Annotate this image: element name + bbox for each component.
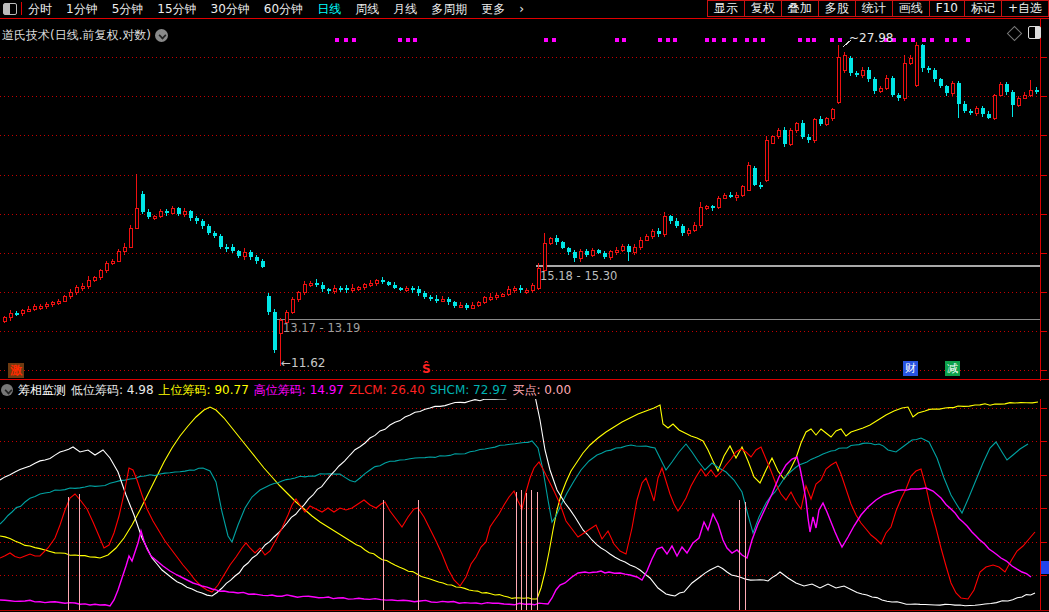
action-4[interactable]: 统计 — [855, 0, 892, 17]
menu-item-5[interactable]: 60分钟 — [264, 2, 303, 16]
menu-item-8[interactable]: 月线 — [393, 2, 417, 16]
menu-item-4[interactable]: 30分钟 — [211, 2, 250, 16]
low-price-label: ←11.62 — [281, 356, 325, 370]
chart-canvas — [0, 0, 1049, 612]
badge-ji[interactable]: 激 — [8, 363, 24, 378]
range-mid-label: 13.17 - 13.19 — [283, 321, 360, 335]
signal-s-icon: Ŝ — [422, 362, 431, 376]
menu-item-11[interactable]: › — [519, 2, 524, 16]
action-5[interactable]: 画线 — [892, 0, 929, 17]
collapse-icon[interactable] — [1, 384, 13, 396]
action-6[interactable]: F10 — [929, 0, 964, 17]
menu-item-6[interactable]: 日线 — [317, 2, 341, 16]
menu-item-1[interactable]: 1分钟 — [66, 2, 98, 16]
chart-title: 道氏技术(日线.前复权.对数) — [2, 27, 151, 44]
peak-price-label: ~27.98 — [849, 31, 893, 45]
action-3[interactable]: 多股 — [818, 0, 855, 17]
toolbar: 分时 1分钟 5分钟 15分钟 30分钟 60分钟日线周线月线多周期更多 › 显示复权叠加多… — [0, 0, 1049, 19]
indicator-field-3: ZLCM: 26.40 — [349, 383, 425, 397]
menu-item-7[interactable]: 周线 — [355, 2, 379, 16]
indicator-name: 筹相监测 — [18, 382, 66, 399]
menu-item-10[interactable]: 更多 — [481, 2, 505, 16]
panel-toggle-icon[interactable] — [3, 3, 17, 15]
indicator-header: 筹相监测 低位筹码: 4.98 上位筹码: 90.77 高位筹码: 14.97 ZLC… — [0, 381, 1049, 399]
menu-item-9[interactable]: 多周期 — [431, 2, 467, 16]
action-1[interactable]: 复权 — [744, 0, 781, 17]
indicator-field-1: 上位筹码: 90.77 — [159, 382, 249, 399]
badge-cut[interactable]: 减 — [945, 361, 960, 376]
chevron-down-icon[interactable] — [155, 29, 168, 42]
indicator-field-2: 高位筹码: 14.97 — [254, 382, 344, 399]
indicator-field-0: 低位筹码: 4.98 — [71, 382, 154, 399]
action-7[interactable]: 标记 — [964, 0, 1001, 17]
indicator-field-5: 买点: 0.00 — [512, 382, 571, 399]
divider — [21, 2, 22, 15]
action-menu: 显示复权叠加多股统计画线F10标记+自选 — [707, 0, 1049, 17]
menu-item-2[interactable]: 5分钟 — [112, 2, 144, 16]
menu-item-3[interactable]: 15分钟 — [157, 2, 196, 16]
app-window: { "toolbar": { "left_items": [ {"label":… — [0, 0, 1049, 612]
period-menu: 分时 1分钟 5分钟 15分钟 30分钟 60分钟日线周线月线多周期更多 › — [28, 2, 524, 16]
indicator-field-4: SHCM: 72.97 — [430, 383, 508, 397]
action-2[interactable]: 叠加 — [781, 0, 818, 17]
split-pane-icon[interactable] — [1028, 26, 1041, 39]
action-0[interactable]: 显示 — [707, 0, 744, 17]
menu-item-0[interactable]: 分时 — [28, 2, 52, 16]
badge-fin[interactable]: 财 — [903, 361, 918, 376]
chart-title-row: 道氏技术(日线.前复权.对数) — [2, 27, 168, 44]
action-8[interactable]: +自选 — [1001, 0, 1049, 17]
range-high-label: 15.18 - 15.30 — [540, 269, 617, 283]
